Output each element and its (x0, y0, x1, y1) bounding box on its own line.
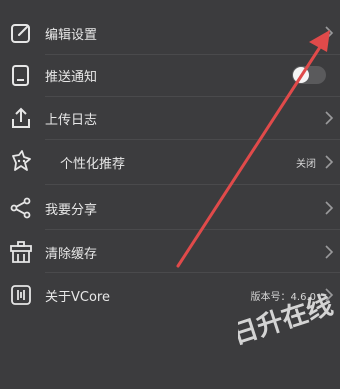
share-icon (8, 195, 34, 221)
settings-item-label: 关于VCore (45, 289, 110, 305)
version-text: 版本号：4.6.0 (250, 291, 316, 303)
settings-item-personalized[interactable]: 个性化推荐 关闭 (0, 141, 340, 183)
settings-item-push: 推送通知 (0, 54, 340, 96)
settings-item-edit[interactable]: 编辑设置 (0, 12, 340, 54)
divider (45, 139, 340, 140)
settings-item-label: 个性化推荐 (60, 156, 126, 172)
upload-icon (8, 105, 34, 131)
chevron-right-icon (325, 201, 334, 215)
settings-item-label: 推送通知 (45, 69, 98, 85)
push-notification-toggle[interactable] (292, 66, 326, 84)
settings-item-about[interactable]: 关于VCore 版本号：4.6.0 (0, 274, 340, 316)
settings-item-label: 上传日志 (45, 112, 98, 128)
chevron-right-icon (325, 111, 334, 125)
divider (45, 229, 340, 230)
settings-item-share[interactable]: 我要分享 (0, 187, 340, 229)
toggle-knob (293, 67, 309, 83)
chevron-right-icon (325, 155, 334, 169)
chevron-right-icon (325, 288, 334, 302)
edit-icon (8, 20, 34, 46)
divider (45, 272, 340, 273)
chevron-right-icon (325, 245, 334, 259)
settings-item-label: 清除缓存 (45, 246, 98, 262)
trash-icon (8, 239, 34, 265)
vcore-icon (8, 282, 34, 308)
sparkle-icon (8, 149, 34, 175)
chevron-right-icon (325, 26, 334, 40)
settings-item-label: 我要分享 (45, 202, 98, 218)
settings-screen: 编辑设置 推送通知 上传日志 个性化推荐 关闭 我要分享 清除缓存 关于VCor… (0, 0, 340, 389)
settings-item-label: 编辑设置 (45, 27, 98, 43)
settings-item-clear-cache[interactable]: 清除缓存 (0, 231, 340, 273)
phone-icon (8, 62, 34, 88)
personalized-status: 关闭 (296, 158, 316, 170)
divider (45, 184, 340, 185)
settings-item-upload-log[interactable]: 上传日志 (0, 97, 340, 139)
